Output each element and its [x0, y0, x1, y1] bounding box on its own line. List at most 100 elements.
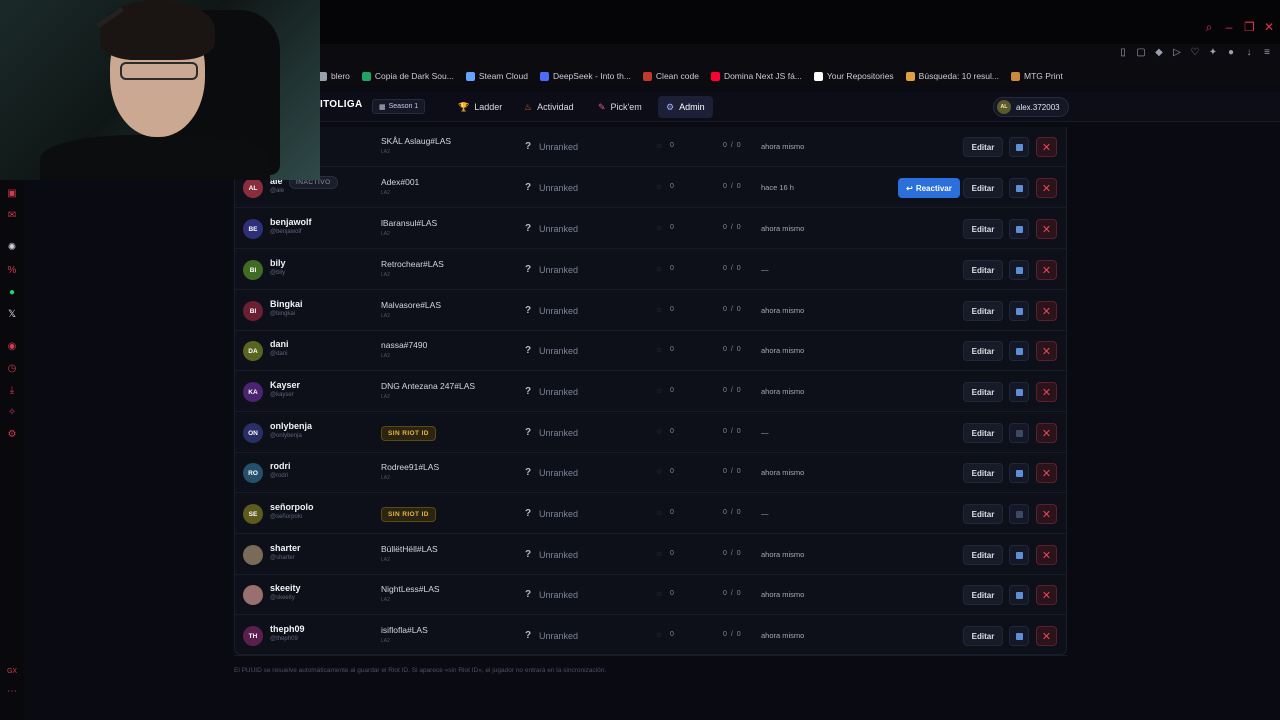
- minimize-icon[interactable]: –: [1224, 20, 1234, 35]
- sync-button[interactable]: [1009, 545, 1029, 565]
- search-site-icon: [905, 71, 915, 81]
- sidebar-play-icon[interactable]: ◉: [6, 341, 18, 353]
- edit-button[interactable]: Editar: [963, 504, 1003, 524]
- edit-button[interactable]: Editar: [963, 585, 1003, 605]
- edit-button[interactable]: Editar: [963, 463, 1003, 483]
- edit-button[interactable]: Editar: [963, 219, 1003, 239]
- games-played: 0 / 0: [723, 306, 742, 313]
- avatar: [243, 585, 263, 605]
- sidebar-download-icon[interactable]: ⤓: [6, 385, 18, 397]
- sidebar-gx-icon[interactable]: GX: [6, 666, 18, 678]
- sidebar-app-icon[interactable]: ▣: [6, 188, 18, 200]
- bookmark-item[interactable]: Domina Next JS fá...: [710, 71, 802, 81]
- sync-button[interactable]: [1009, 301, 1029, 321]
- delete-button[interactable]: ✕: [1036, 137, 1057, 157]
- tab-icon[interactable]: ▢: [1136, 47, 1146, 58]
- points: 0: [670, 142, 674, 149]
- last-sync: ahora mismo: [761, 306, 805, 315]
- edit-button[interactable]: Editar: [963, 301, 1003, 321]
- close-icon[interactable]: ✕: [1264, 20, 1274, 35]
- points: 0: [670, 590, 674, 597]
- table-row: [234, 372, 1067, 412]
- edit-button[interactable]: Editar: [963, 423, 1003, 443]
- more-icon[interactable]: ⋯: [6, 686, 18, 698]
- whatsapp-icon[interactable]: ●: [6, 287, 18, 299]
- delete-button[interactable]: ✕: [1036, 585, 1057, 605]
- sync-button[interactable]: [1009, 260, 1029, 280]
- sync-button[interactable]: [1009, 626, 1029, 646]
- sync-button[interactable]: [1009, 382, 1029, 402]
- edit-button[interactable]: Editar: [963, 545, 1003, 565]
- region-label: LA2: [381, 231, 390, 237]
- player-name: rodri: [270, 461, 291, 471]
- bookmark-item[interactable]: Clean code: [642, 71, 699, 81]
- season-badge[interactable]: ▦ Season 1: [372, 99, 426, 114]
- bookmark-item[interactable]: Your Repositories: [813, 71, 894, 81]
- sync-button[interactable]: [1009, 585, 1029, 605]
- delete-button[interactable]: ✕: [1036, 219, 1057, 239]
- tab-admin[interactable]: ⚙ Admin: [658, 96, 713, 118]
- sync-button[interactable]: [1009, 423, 1029, 443]
- bookmark-item[interactable]: MTG Print: [1011, 71, 1063, 81]
- tab-ladder[interactable]: 🏆 Ladder: [450, 96, 510, 118]
- download-icon[interactable]: ↓: [1244, 47, 1254, 58]
- bookmark-item[interactable]: Copia de Dark Sou...: [361, 71, 454, 81]
- delete-button[interactable]: ✕: [1036, 260, 1057, 280]
- settings-icon[interactable]: ⚙: [6, 429, 18, 441]
- edit-button[interactable]: Editar: [963, 626, 1003, 646]
- rank-label: Unranked: [539, 142, 579, 152]
- brand-logo[interactable]: ITOLIGA: [320, 99, 362, 110]
- delete-button[interactable]: ✕: [1036, 341, 1057, 361]
- bookmark-item[interactable]: DeepSeek - Into th...: [539, 71, 631, 81]
- sync-button[interactable]: [1009, 178, 1029, 198]
- sync-button[interactable]: [1009, 463, 1029, 483]
- delete-button[interactable]: ✕: [1036, 626, 1057, 646]
- delete-button[interactable]: ✕: [1036, 301, 1057, 321]
- bookmark-item[interactable]: Búsqueda: 10 resul...: [905, 71, 999, 81]
- menu-icon[interactable]: ≡: [1262, 47, 1272, 58]
- delete-button[interactable]: ✕: [1036, 423, 1057, 443]
- region-label: LA2: [381, 394, 390, 400]
- delete-button[interactable]: ✕: [1036, 382, 1057, 402]
- chatgpt-icon[interactable]: ✺: [6, 242, 18, 254]
- x-icon[interactable]: 𝕏: [6, 309, 18, 321]
- sync-button[interactable]: [1009, 504, 1029, 524]
- edit-button[interactable]: Editar: [963, 260, 1003, 280]
- edit-button[interactable]: Editar: [963, 341, 1003, 361]
- extension-icon[interactable]: ✦: [1208, 47, 1218, 58]
- sync-button[interactable]: [1009, 341, 1029, 361]
- delete-button[interactable]: ✕: [1036, 545, 1057, 565]
- edit-button[interactable]: Editar: [963, 137, 1003, 157]
- play-icon[interactable]: ▷: [1172, 47, 1182, 58]
- bookmark-item[interactable]: Steam Cloud: [465, 71, 528, 81]
- edit-button[interactable]: Editar: [963, 178, 1003, 198]
- restore-icon[interactable]: ❐: [1244, 20, 1255, 35]
- clock-icon[interactable]: ◷: [6, 363, 18, 375]
- delete-button[interactable]: ✕: [1036, 463, 1057, 483]
- bookmark-icon[interactable]: ▯: [1118, 47, 1128, 58]
- delete-button[interactable]: ✕: [1036, 504, 1057, 524]
- bookmarks-bar: blero Copia de Dark Sou... Steam Cloud Deep…: [318, 66, 1280, 86]
- sync-button[interactable]: [1009, 137, 1029, 157]
- delete-button[interactable]: ✕: [1036, 178, 1057, 198]
- sync-icon: [1015, 510, 1023, 518]
- sync-button[interactable]: [1009, 219, 1029, 239]
- profile-icon[interactable]: ●: [1226, 47, 1236, 58]
- rank-help-icon: ?: [525, 141, 532, 152]
- rank-label: Unranked: [539, 550, 579, 560]
- heart-icon[interactable]: ♡: [1190, 47, 1200, 58]
- tab-pickem[interactable]: ✎ Pick'em: [590, 96, 650, 118]
- user-menu[interactable]: AL alex.372003: [993, 97, 1069, 117]
- rank-label: Unranked: [539, 590, 579, 600]
- sidebar-extension-icon[interactable]: ✧: [6, 407, 18, 419]
- edit-button[interactable]: Editar: [963, 382, 1003, 402]
- region-label: LA2: [381, 272, 390, 278]
- sidebar-mail-icon[interactable]: ✉: [6, 210, 18, 222]
- last-sync: —: [761, 265, 769, 274]
- sidebar-percent-icon[interactable]: %: [6, 265, 18, 277]
- tab-actividad[interactable]: ♨ Actividad: [516, 96, 582, 118]
- bookmark-item[interactable]: blero: [318, 71, 350, 81]
- shield-icon[interactable]: ◆: [1154, 47, 1164, 58]
- search-icon[interactable]: ⌕: [1204, 20, 1214, 35]
- reactivate-button[interactable]: ↩ Reactivar: [898, 178, 960, 198]
